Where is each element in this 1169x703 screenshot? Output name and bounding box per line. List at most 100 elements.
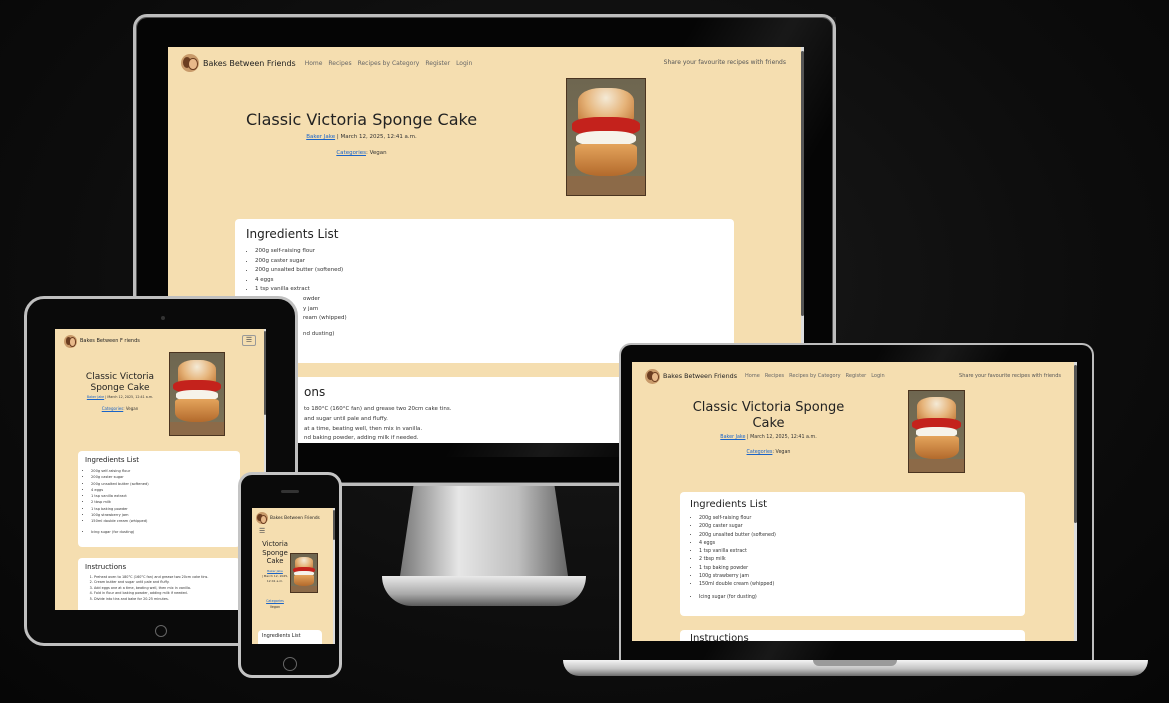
hamburger-icon[interactable]: ☰ bbox=[259, 528, 265, 535]
nav-links: Home Recipes Recipes by Category Registe… bbox=[305, 60, 473, 67]
category-value: : Vegan bbox=[123, 406, 139, 411]
nav-register[interactable]: Register bbox=[846, 373, 867, 379]
list-item: 150ml double cream (whipped) bbox=[91, 518, 233, 524]
recipe-meta: Baker Jake | March 12, 2025, 12:41 a.m. bbox=[238, 134, 485, 140]
tablet-home-button[interactable] bbox=[155, 625, 167, 637]
ingredients-list: 200g self-raising flour 200g caster suga… bbox=[246, 247, 723, 295]
list-item: 4 eggs bbox=[255, 276, 723, 286]
categories-link[interactable]: Categories bbox=[747, 450, 773, 455]
navbar: Bakes Between Friends Home Recipes Recip… bbox=[168, 47, 804, 79]
recipe-categories: Categories: Vegan bbox=[238, 150, 485, 156]
phone-home-button[interactable] bbox=[283, 657, 297, 671]
laptop-screen: Bakes Between Friends Home Recipes Recip… bbox=[632, 362, 1077, 641]
phone-screen: Bakes Between Friends ☰ Victoria Sponge … bbox=[252, 508, 335, 644]
list-item: 100g strawberry jam bbox=[699, 573, 1015, 581]
category-value: : Vegan bbox=[772, 450, 791, 455]
post-date: | March 12, 2025, 12:41 a.m. bbox=[335, 134, 417, 140]
logo-icon bbox=[64, 334, 77, 348]
author-link[interactable]: Baker Jake bbox=[87, 395, 104, 399]
ingredients-heading: Ingredients List bbox=[246, 227, 339, 241]
logo-icon bbox=[181, 54, 199, 72]
recipe-meta: Baker Jake | March 12, 2025, 12:41 a.m. bbox=[65, 395, 175, 399]
nav-recipes-by-category[interactable]: Recipes by Category bbox=[358, 60, 420, 67]
tablet-screen: Bakes Between F riends ☰ Classic Victori… bbox=[55, 329, 266, 610]
hamburger-icon[interactable]: ☰ bbox=[242, 335, 256, 346]
list-item: 200g unsalted butter (softened) bbox=[255, 266, 723, 276]
scrollbar[interactable] bbox=[1074, 362, 1077, 641]
recipe-title: Classic Victoria Sponge Cake bbox=[245, 110, 478, 129]
author-link[interactable]: Baker Jake bbox=[306, 134, 335, 140]
recipe-meta: Baker Jake | March 12, 2025, 12:41 a.m. bbox=[686, 435, 851, 440]
list-item: 1 tsp baking powder bbox=[699, 565, 1015, 573]
list-item: 200g self-raising flour bbox=[255, 247, 723, 257]
scrollbar[interactable] bbox=[333, 508, 335, 644]
list-item: 1 tsp vanilla extract bbox=[255, 285, 723, 295]
list-item: 150ml double cream (whipped) bbox=[699, 581, 1015, 589]
list-item: ream (whipped) bbox=[303, 315, 347, 322]
nav-register[interactable]: Register bbox=[425, 60, 450, 67]
tagline: Share your favourite recipes with friend… bbox=[663, 59, 786, 66]
brand-name: Bakes Between Friends bbox=[203, 58, 296, 68]
ingredients-card: Ingredients List bbox=[258, 630, 322, 644]
list-item: 200g unsalted butter (softened) bbox=[699, 532, 1015, 540]
author-link[interactable]: Baker Jake bbox=[267, 569, 283, 573]
brand-link[interactable]: Bakes Between F riends bbox=[64, 334, 140, 348]
laptop-notch bbox=[813, 660, 897, 666]
post-date: | March 12, 2025, 12:41 a.m. bbox=[104, 395, 154, 399]
nav-recipes[interactable]: Recipes bbox=[765, 373, 784, 379]
recipe-title: Classic Victoria Sponge Cake bbox=[85, 372, 155, 393]
recipe-categories: Categories Vegan bbox=[258, 598, 292, 610]
brand-link[interactable]: Bakes Between Friends bbox=[256, 512, 320, 524]
brand-name: Bakes Between F riends bbox=[80, 338, 140, 344]
list-item: Icing sugar (for dusting) bbox=[699, 594, 1015, 602]
list-item: nd dusting) bbox=[303, 330, 335, 337]
list-item: 2 tbsp milk bbox=[699, 556, 1015, 564]
ingredients-partial: owder y jam ream (whipped) nd dusting) bbox=[246, 295, 723, 339]
monitor-stand bbox=[400, 486, 568, 576]
ingredients-heading: Ingredients List bbox=[85, 456, 139, 464]
nav-login[interactable]: Login bbox=[871, 373, 885, 379]
navbar: Bakes Between Friends bbox=[252, 508, 335, 528]
ingredients-list: 200g self-raising flour 200g caster suga… bbox=[690, 515, 1015, 602]
brand-link[interactable]: Bakes Between Friends bbox=[645, 368, 738, 384]
recipe-image bbox=[566, 78, 646, 196]
nav-home[interactable]: Home bbox=[745, 373, 760, 379]
ingredients-card: Ingredients List 200g self-raising flour… bbox=[235, 219, 734, 363]
brand-link[interactable]: Bakes Between Friends bbox=[181, 54, 296, 72]
nav-recipes[interactable]: Recipes bbox=[328, 60, 351, 67]
nav-home[interactable]: Home bbox=[305, 60, 323, 67]
recipe-title: Classic Victoria Sponge Cake bbox=[692, 400, 845, 431]
categories-link[interactable]: Categories bbox=[102, 406, 124, 411]
recipe-image bbox=[169, 352, 225, 436]
tagline: Share your favourite recipes with friend… bbox=[959, 373, 1061, 379]
list-item: 4 eggs bbox=[699, 540, 1015, 548]
list-item: Divide into tins and bake for 20-25 minu… bbox=[94, 597, 233, 602]
instructions-list: Preheat oven to 180°C (160°C fan) and gr… bbox=[85, 575, 233, 602]
recipe-meta: Baker Jake | March 12, 2025, 12:41 a.m. bbox=[258, 569, 292, 584]
brand-name: Bakes Between Friends bbox=[663, 372, 738, 380]
recipe-categories: Categories: Vegan bbox=[65, 406, 175, 411]
navbar: Bakes Between F riends ☰ bbox=[55, 329, 266, 353]
recipe-image bbox=[908, 390, 965, 473]
category-value: Vegan bbox=[269, 605, 281, 609]
logo-icon bbox=[256, 512, 268, 524]
list-item: Icing sugar (for dusting) bbox=[91, 529, 233, 535]
recipe-title: Victoria Sponge Cake bbox=[262, 540, 288, 566]
navbar: Bakes Between Friends Home Recipes Recip… bbox=[632, 362, 1077, 390]
categories-link[interactable]: Categories bbox=[266, 599, 284, 603]
list-item: y jam bbox=[303, 305, 319, 312]
list-item: owder bbox=[303, 295, 320, 302]
list-item: 1 tsp vanilla extract bbox=[699, 548, 1015, 556]
list-item: 200g caster sugar bbox=[255, 257, 723, 267]
tablet-camera bbox=[161, 316, 165, 320]
logo-icon bbox=[645, 368, 660, 384]
nav-links: Home Recipes Recipes by Category Registe… bbox=[745, 373, 885, 379]
nav-recipes-by-category[interactable]: Recipes by Category bbox=[789, 373, 840, 379]
phone-speaker bbox=[281, 490, 299, 493]
post-date: | March 12, 2025, 12:41 a.m. bbox=[261, 574, 289, 583]
recipe-image bbox=[290, 553, 318, 593]
nav-login[interactable]: Login bbox=[456, 60, 472, 67]
categories-link[interactable]: Categories bbox=[336, 150, 366, 156]
instructions-card: Instructions Preheat oven to 180°C (160°… bbox=[78, 558, 240, 610]
author-link[interactable]: Baker Jake bbox=[720, 435, 745, 440]
